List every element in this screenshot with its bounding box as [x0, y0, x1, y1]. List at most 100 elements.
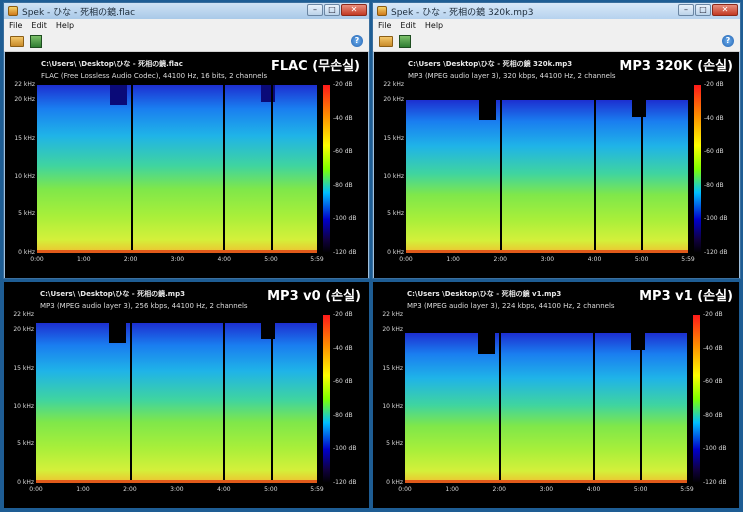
db-tick-label: -20 dB [703, 311, 723, 318]
file-path: C:\Users \Desktop\ひな - 死相の鏡 320k.mp3 [408, 60, 573, 68]
silence-line [640, 315, 643, 483]
db-axis: -20 dB -40 dB -60 dB -80 dB -100 dB -120 dB [704, 81, 738, 256]
open-folder-icon[interactable] [10, 36, 24, 47]
db-tick-label: -20 dB [333, 311, 353, 318]
db-axis: -20 dB -40 dB -60 dB -80 dB -100 dB -120 dB [333, 311, 367, 486]
help-icon[interactable]: ? [722, 35, 734, 47]
time-tick-label: 0:00 [399, 256, 413, 263]
menu-bar: File Edit Help [373, 19, 740, 32]
minimize-button[interactable]: – [678, 4, 694, 16]
spek-window-flac: Spek - ひな - 死相の鏡.flac – □ ✕ File Edit He… [3, 2, 370, 279]
format-label: MP3 v0 (손실) [267, 289, 361, 304]
title-bar[interactable]: Spek - ひな - 死相の鏡 320k.mp3 – □ ✕ [373, 3, 740, 19]
quiet-section [478, 333, 496, 354]
silence-line [641, 85, 644, 253]
silence-line [222, 315, 225, 483]
spectrum-body [36, 322, 317, 483]
color-scale [693, 315, 700, 483]
db-axis: -20 dB -40 dB -60 dB -80 dB -100 dB -120 dB [333, 81, 367, 256]
time-tick-label: 0:00 [30, 256, 44, 263]
window-title: Spek - ひな - 死相の鏡.flac [22, 7, 136, 18]
db-tick-label: -60 dB [704, 148, 724, 156]
lowpass-cutoff-region [36, 315, 317, 323]
db-axis: -20 dB -40 dB -60 dB -80 dB -100 dB -120 dB [703, 311, 737, 486]
db-tick-label: -80 dB [333, 411, 353, 419]
db-tick-label: -80 dB [333, 181, 353, 189]
db-tick-label: -100 dB [703, 445, 727, 453]
silence-line [130, 85, 133, 253]
toolbar: ? [4, 32, 369, 52]
time-tick-label: 5:59 [310, 486, 324, 493]
lowpass-cutoff-region [406, 85, 688, 101]
window-title: Spek - ひな - 死相の鏡 320k.mp3 [391, 7, 534, 18]
freq-tick-label: 22 kHz [13, 311, 34, 318]
save-icon[interactable] [399, 35, 411, 48]
time-axis: 0:00 1:00 2:00 3:00 4:00 5:00 5:59 [29, 486, 323, 496]
time-tick-label: 4:00 [217, 256, 231, 263]
time-tick-label: 0:00 [398, 486, 412, 493]
color-scale [694, 85, 701, 253]
toolbar: ? [373, 32, 740, 52]
db-tick-label: -40 dB [703, 344, 723, 352]
silence-line [593, 85, 596, 253]
desktop: Spek - ひな - 死相の鏡.flac – □ ✕ File Edit He… [0, 0, 743, 512]
lowpass-cutoff-region [405, 315, 687, 334]
file-info: MP3 (MPEG audio layer 3), 256 kbps, 4410… [40, 302, 248, 310]
menu-help[interactable]: Help [56, 21, 74, 30]
freq-tick-label: 10 kHz [383, 172, 404, 180]
freq-tick-label: 0 kHz [387, 249, 404, 256]
title-bar[interactable]: Spek - ひな - 死相の鏡.flac – □ ✕ [4, 3, 369, 19]
low-frequency-band [37, 250, 317, 253]
close-button[interactable]: ✕ [712, 4, 738, 16]
maximize-button[interactable]: □ [695, 4, 711, 16]
format-label: MP3 320K (손실) [619, 59, 733, 74]
color-scale [323, 85, 330, 253]
time-tick-label: 5:59 [681, 256, 695, 263]
db-tick-label: -100 dB [333, 215, 357, 223]
db-tick-label: -120 dB [333, 479, 357, 486]
menu-file[interactable]: File [9, 21, 22, 30]
db-tick-label: -20 dB [704, 81, 724, 88]
time-tick-label: 3:00 [540, 256, 555, 263]
quiet-section [631, 100, 646, 117]
freq-tick-label: 20 kHz [14, 96, 35, 104]
quiet-section [109, 322, 126, 343]
time-tick-label: 5:00 [633, 486, 648, 493]
db-tick-label: -120 dB [703, 479, 727, 486]
time-tick-label: 0:00 [29, 486, 43, 493]
silence-line [499, 315, 502, 483]
freq-tick-label: 15 kHz [382, 364, 403, 372]
frequency-axis: 22 kHz 20 kHz 15 kHz 10 kHz 5 kHz 0 kHz [374, 81, 404, 256]
spek-app-icon [377, 6, 387, 16]
window-controls: – □ ✕ [306, 4, 367, 16]
save-icon[interactable] [30, 35, 42, 48]
color-scale [323, 315, 330, 483]
time-tick-label: 2:00 [123, 256, 138, 263]
maximize-button[interactable]: □ [324, 4, 340, 16]
time-tick-label: 1:00 [445, 486, 459, 493]
freq-tick-label: 15 kHz [383, 134, 404, 142]
db-tick-label: -100 dB [333, 445, 357, 453]
help-icon[interactable]: ? [351, 35, 363, 47]
menu-edit[interactable]: Edit [31, 21, 47, 30]
menu-help[interactable]: Help [425, 21, 443, 30]
time-tick-label: 1:00 [77, 256, 91, 263]
freq-tick-label: 5 kHz [386, 440, 403, 448]
db-tick-label: -20 dB [333, 81, 353, 88]
close-button[interactable]: ✕ [341, 4, 367, 16]
menu-file[interactable]: File [378, 21, 391, 30]
db-tick-label: -60 dB [333, 148, 353, 156]
minimize-button[interactable]: – [307, 4, 323, 16]
time-tick-label: 4:00 [217, 486, 231, 493]
time-tick-label: 5:00 [264, 256, 278, 263]
frequency-axis: 22 kHz 20 kHz 15 kHz 10 kHz 5 kHz 0 kHz [373, 311, 403, 486]
time-tick-label: 3:00 [170, 256, 185, 263]
freq-tick-label: 10 kHz [382, 402, 403, 410]
spectrogram [405, 315, 687, 483]
open-folder-icon[interactable] [379, 36, 393, 47]
freq-tick-label: 20 kHz [382, 326, 403, 334]
db-tick-label: -60 dB [333, 378, 353, 386]
menu-edit[interactable]: Edit [400, 21, 416, 30]
freq-tick-label: 20 kHz [13, 326, 34, 334]
spectrum-body [37, 85, 317, 253]
